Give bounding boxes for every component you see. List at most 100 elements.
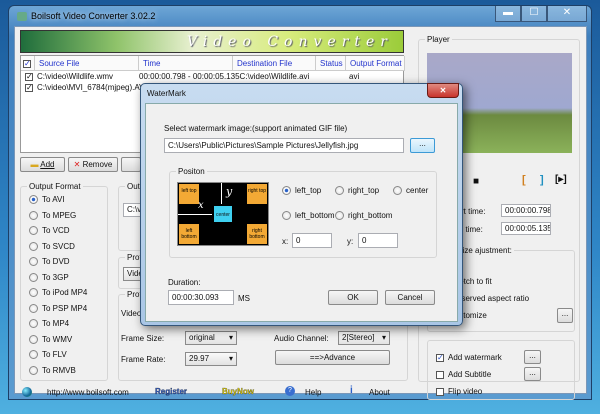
format-option[interactable]: To 3GP [29,273,69,282]
source-cell: C:\video\Wildlife.wmv [37,72,114,81]
start-time-input[interactable]: 00:00:00.798 [501,204,551,217]
radio-icon [29,257,38,267]
toolbar-button[interactable] [121,157,141,172]
row-checkbox[interactable]: ✓ [25,72,33,81]
col-format[interactable]: Output Format [346,56,405,71]
dialog-close-button[interactable]: ✕ [427,83,459,98]
format-option[interactable]: To MP4 [29,319,70,329]
position-label-text: left_bottom [295,211,335,220]
help-link[interactable]: Help [305,388,321,397]
dest-cell: C:\video\Wildlife.avi [239,72,310,81]
format-label: To MPEG [42,210,77,220]
position-right-bottom[interactable]: right_bottom [335,211,393,221]
format-option[interactable]: To DVD [29,257,70,267]
about-link[interactable]: About [369,388,390,397]
image-path-input[interactable]: C:\Users\Public\Pictures\Sample Pictures… [164,138,404,153]
format-option[interactable]: To WMV [29,335,72,344]
format-label: To PSP MP4 [42,303,88,313]
globe-icon [22,387,32,397]
table-row[interactable]: ✓ C:\video\Wildlife.wmv 00:00:00.798 - 00:… [21,72,403,82]
subtitle-settings-button[interactable]: ... [524,367,541,381]
format-option[interactable]: To VCD [29,226,70,236]
radio-icon [29,319,38,329]
format-option[interactable]: To PSP MP4 [29,304,87,313]
radio-icon [29,241,38,251]
ok-button[interactable]: OK [328,290,378,305]
frame-rate-label: Frame Rate: [121,355,166,364]
format-option[interactable]: To MPEG [29,211,76,220]
window-title: Boilsoft Video Converter 3.02.2 [31,11,156,21]
mark-in-icon[interactable]: [ [522,174,526,186]
advance-button[interactable]: ==>Advance [275,350,390,365]
source-cell: C:\video\MVI_6784(mjpeg).AVI [37,83,147,92]
add-subtitle-checkbox[interactable]: Add Subtitle [436,370,491,379]
audio-channel-select[interactable]: 2[Stereo] [338,331,390,345]
format-cell: avi [349,72,360,81]
radio-icon [29,365,38,375]
flip-video-checkbox[interactable]: Flip video [436,387,482,396]
y-offset-label: y: [347,237,354,246]
maximize-button[interactable]: ☐ [521,6,547,22]
frame-size-label: Frame Size: [121,334,165,343]
audio-channel-label: Audio Channel: [274,334,329,343]
remove-button[interactable]: ✕ Remove [68,157,118,172]
format-label: To iPod MP4 [42,288,88,297]
watermark-settings-button[interactable]: ... [524,350,541,364]
frame-rate-select[interactable]: 29.97 [185,352,237,366]
add-watermark-checkbox[interactable]: ✓ Add watermark [436,353,502,362]
format-option[interactable]: To FLV [29,350,67,360]
website-link[interactable]: http://www.boilsoft.com [47,388,129,397]
help-icon[interactable]: ? [285,386,295,396]
radio-icon [29,210,38,220]
select-image-label: Select watermark image:(support animated… [164,124,348,133]
row-checkbox[interactable]: ✓ [25,83,33,92]
info-icon[interactable]: i [350,385,353,396]
format-option[interactable]: To RMVB [29,366,76,375]
banner-text: Video Converter [186,34,393,50]
format-label: To DVD [42,257,70,266]
play-selection-icon[interactable]: [▸] [555,174,567,185]
format-label: To VCD [42,226,70,235]
cancel-button[interactable]: Cancel [385,290,435,305]
close-button[interactable]: ✕ [547,6,587,22]
position-right-top[interactable]: right_top [335,186,379,196]
buynow-link[interactable]: BuyNow [222,387,254,396]
register-link[interactable]: Register [155,387,187,396]
select-all-checkbox[interactable]: ✓ [21,56,35,71]
position-left-top[interactable]: left_top [282,186,321,196]
format-label: To SVCD [42,241,75,251]
position-left-bottom[interactable]: left_bottom [282,211,335,221]
x-axis-label: x [198,200,204,211]
output-format-label: Output Format [27,182,83,191]
x-arrow [178,214,212,215]
stop-icon[interactable]: ■ [473,176,479,187]
col-time[interactable]: Time [139,56,233,71]
time-cell: 00:00:00.798 - 00:00:05.135 [139,72,240,81]
position-center[interactable]: center [393,186,428,196]
format-label: To WMV [42,334,73,344]
col-status[interactable]: Status [316,56,346,71]
add-button[interactable]: ▬ Add [20,157,65,172]
format-option[interactable]: To SVCD [29,242,75,251]
col-source[interactable]: Source File [35,56,139,71]
mark-out-icon[interactable]: ] [540,174,544,186]
format-label: To AVI [42,195,65,204]
app-icon [17,12,27,21]
extras-group: ✓ Add watermark ... Add Subtitle ... Flip… [427,340,575,400]
browse-image-button[interactable]: ... [410,138,435,153]
dialog-title: WaterMark [147,89,186,98]
minimize-button[interactable]: ▬ [495,6,521,22]
col-destination[interactable]: Destination File [233,56,316,71]
y-offset-input[interactable]: 0 [358,233,398,248]
customize-button[interactable]: ... [557,308,573,323]
format-label: To MP4 [42,319,70,328]
format-option[interactable]: To iPod MP4 [29,288,88,298]
position-label-text: right_bottom [348,211,393,220]
duration-input[interactable]: 00:00:30.093 [168,290,234,305]
frame-size-select[interactable]: original [185,331,237,345]
end-time-input[interactable]: 00:00:05.135 [501,222,551,235]
x-offset-input[interactable]: 0 [292,233,332,248]
video-label: Video [121,309,142,318]
format-option[interactable]: To AVI [29,195,65,205]
radio-icon [29,303,38,313]
